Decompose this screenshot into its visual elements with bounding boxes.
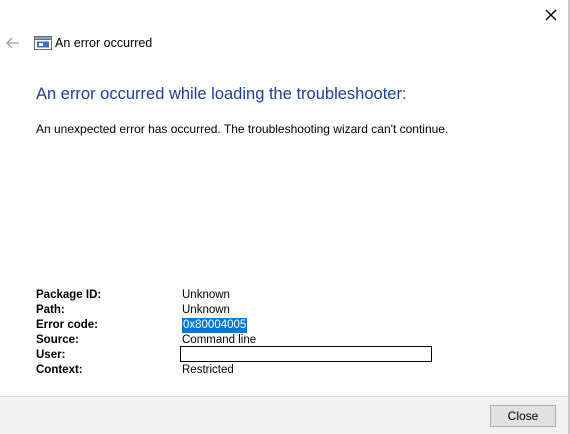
error-message: An unexpected error has occurred. The tr… [36, 122, 449, 136]
user-value-field[interactable] [180, 346, 432, 362]
back-arrow-icon[interactable] [4, 34, 22, 52]
detail-value: Unknown [182, 304, 230, 316]
detail-value: Restricted [182, 364, 234, 376]
detail-label: User: [36, 349, 66, 361]
detail-label: Error code: [36, 319, 98, 331]
window-title: An error occurred [55, 36, 153, 50]
detail-value: Unknown [182, 289, 230, 301]
troubleshooter-icon [34, 36, 52, 50]
detail-label: Source: [36, 334, 79, 346]
footer-bar [0, 396, 568, 434]
error-heading: An error occurred while loading the trou… [36, 85, 407, 103]
error-code-value[interactable]: 0x80004005 [182, 318, 248, 333]
close-button[interactable]: Close [490, 405, 556, 427]
detail-label: Path: [36, 304, 65, 316]
detail-label: Context: [36, 364, 83, 376]
close-icon[interactable] [540, 4, 562, 26]
detail-label: Package ID: [36, 289, 102, 301]
